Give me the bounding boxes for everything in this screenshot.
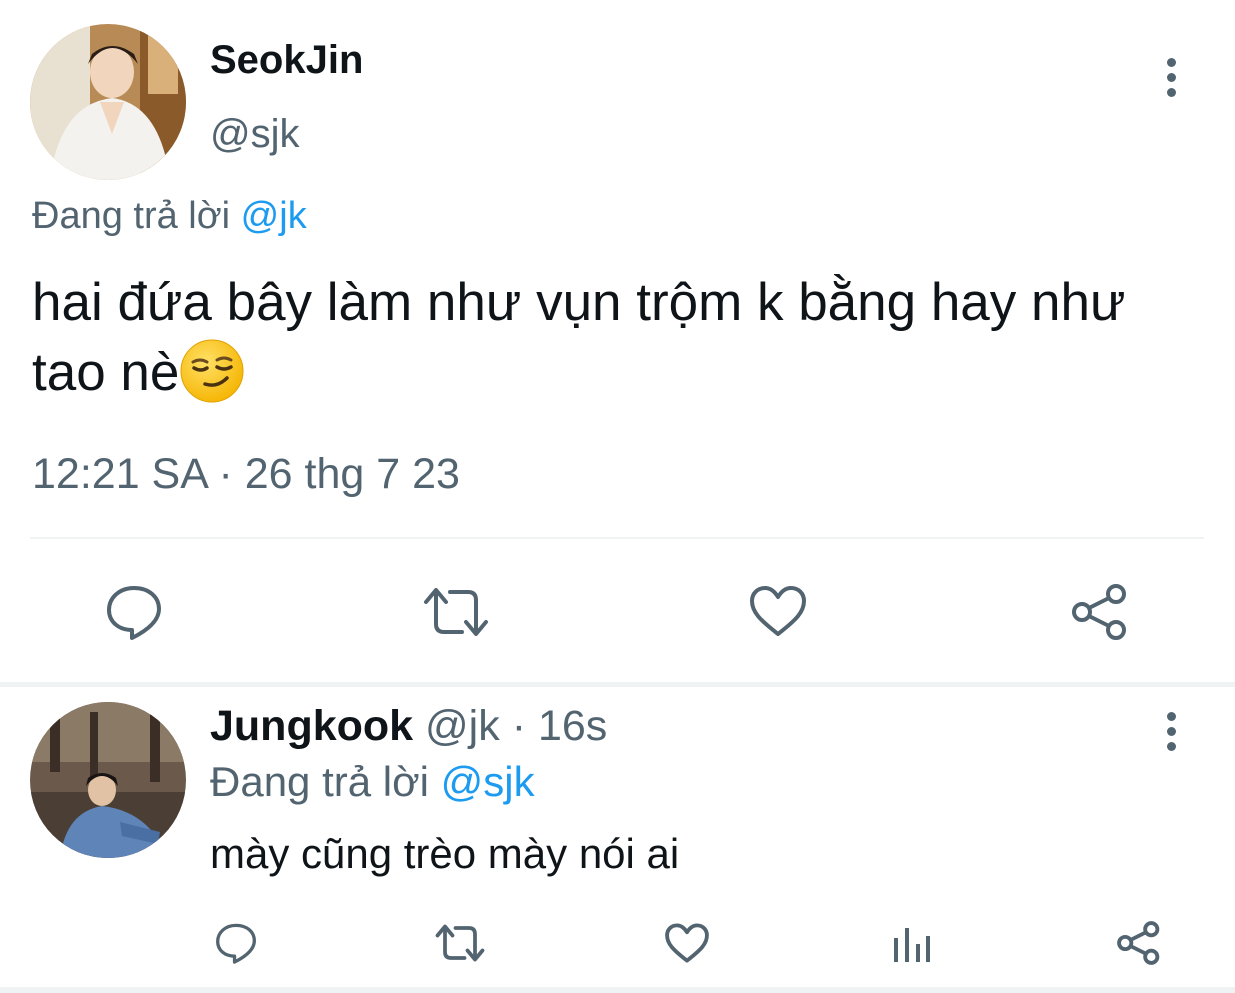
author-display-name[interactable]: SeokJin [210, 38, 363, 83]
reply-author-display-name[interactable]: Jungkook [210, 702, 413, 750]
share-icon[interactable] [1070, 582, 1130, 642]
like-icon[interactable] [748, 584, 808, 638]
views-icon[interactable] [892, 922, 932, 964]
retweet-icon[interactable] [422, 584, 490, 640]
divider [30, 537, 1204, 539]
avatar-jungkook[interactable] [30, 702, 186, 858]
reply-tweet-text: mày cũng trèo mày nói ai [210, 830, 680, 877]
reply-header: Jungkook @jk · 16s [210, 702, 607, 751]
replying-to-label: Đang trả lời [32, 195, 241, 237]
avatar-seokjin[interactable] [30, 24, 186, 180]
reply-icon[interactable] [104, 582, 164, 642]
replying-to-mention[interactable]: @jk [241, 195, 307, 237]
replying-to-line: Đang trả lời @jk [32, 195, 307, 238]
tweet-timestamp[interactable]: 12:21 SA · 26 thg 7 23 [32, 450, 460, 499]
like-icon[interactable] [664, 922, 710, 964]
tweet-text: hai đứa bây làm như vụn trộm k bằng hay … [32, 268, 1182, 408]
reply-replying-to-label: Đang trả lời [210, 758, 441, 805]
reply-replying-to-mention[interactable]: @sjk [441, 758, 535, 805]
more-options-icon[interactable] [1164, 58, 1178, 97]
tweet-thread: SeokJin @sjk Đang trả lời @jk hai đứa bâ… [0, 0, 1235, 993]
retweet-icon[interactable] [434, 922, 486, 964]
reply-icon[interactable] [214, 920, 258, 966]
divider [0, 987, 1235, 993]
divider [0, 682, 1235, 687]
reply-separator: · [499, 702, 538, 750]
share-icon[interactable] [1116, 920, 1162, 966]
author-handle[interactable]: @sjk [210, 112, 300, 157]
smirking-face-icon [179, 338, 245, 404]
reply-time-ago[interactable]: 16s [538, 702, 607, 750]
reply-replying-to-line: Đang trả lời @sjk [210, 758, 535, 806]
reply-author-handle[interactable]: @jk [425, 702, 500, 750]
more-options-icon[interactable] [1164, 712, 1178, 751]
